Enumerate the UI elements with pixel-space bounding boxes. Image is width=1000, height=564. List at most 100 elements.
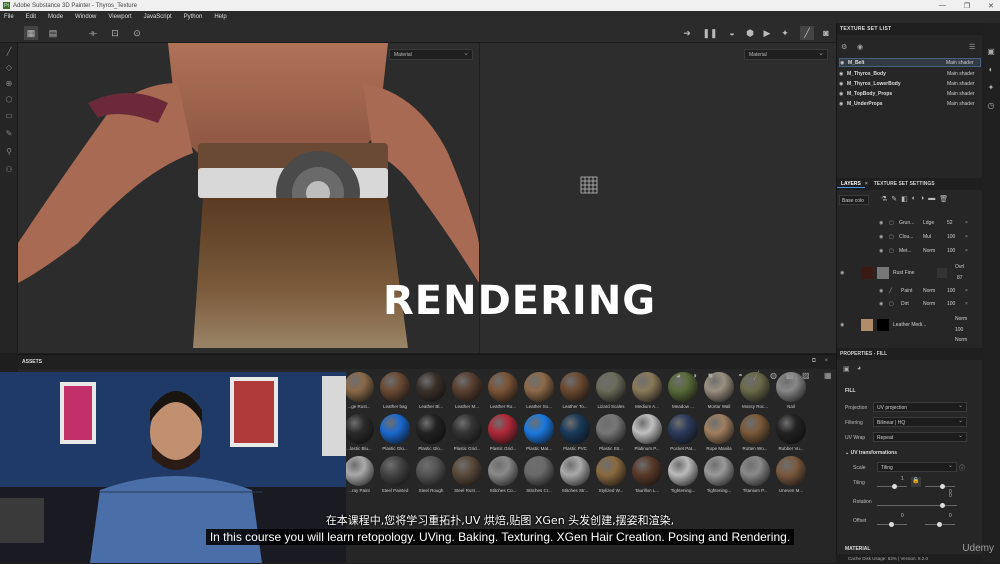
eraser-tool-icon[interactable]: ◇: [4, 63, 14, 73]
display-settings-icon[interactable]: ◐: [986, 65, 996, 75]
rotation-slider-track[interactable]: [877, 505, 957, 506]
layer-row[interactable]: Norm: [837, 336, 983, 344]
rotation-slider-knob[interactable]: [940, 503, 945, 508]
layer-opacity[interactable]: 100: [947, 234, 955, 240]
texture-set-item[interactable]: ◉ M_Belt Main shader: [839, 58, 981, 67]
texture-set-shader[interactable]: Main shader: [947, 71, 981, 77]
material-tile[interactable]: Lizard Scales: [594, 372, 628, 412]
material-tile[interactable]: Plastic PVC: [558, 414, 592, 454]
visibility-icon[interactable]: ◉: [840, 60, 848, 66]
layer-row[interactable]: ◉ ▢ Dirt Norm 100 ×: [837, 297, 983, 310]
layer-remove-icon[interactable]: ×: [965, 220, 968, 226]
screenshot-icon[interactable]: ◙: [819, 26, 833, 40]
layer-opacity[interactable]: 52: [947, 220, 953, 226]
layer-row[interactable]: ◉ ▢ Grun... Ldge 52 ×: [837, 216, 983, 229]
render-icon[interactable]: ◒: [725, 26, 739, 40]
material-tile[interactable]: Steel Rough: [414, 456, 448, 496]
tab-layers[interactable]: LAYERS: [837, 181, 865, 188]
tiling-slider-knob[interactable]: [892, 484, 897, 489]
layer-eye-icon[interactable]: ◉: [879, 234, 883, 240]
info-icon[interactable]: ⓘ: [959, 463, 965, 472]
material-tile[interactable]: Rope Manila: [702, 414, 736, 454]
texture-set-panel-icon[interactable]: ▣: [986, 47, 996, 57]
uv-transformations-label[interactable]: ⌄ UV transformations: [845, 450, 897, 456]
material-tile[interactable]: Stylized W...: [594, 456, 628, 496]
menu-mode[interactable]: Mode: [48, 14, 63, 20]
texture-set-item[interactable]: ◉ M_Thyros_LowerBody Main shader: [839, 79, 981, 88]
clone-tool-icon[interactable]: ✎: [4, 129, 14, 139]
filtering-select[interactable]: Bilinear | HQ: [873, 417, 967, 427]
frame-icon[interactable]: ⊡: [108, 26, 122, 40]
menu-javascript[interactable]: JavaScript: [144, 14, 172, 20]
material-tile[interactable]: Meadow ...: [666, 372, 700, 412]
brush-tool-icon[interactable]: ╱: [4, 47, 14, 57]
material-tile[interactable]: Leather To...: [558, 372, 592, 412]
layer-row[interactable]: ◉ Rust Fine Ovrl 87: [837, 263, 983, 283]
layer-opacity[interactable]: 100: [947, 288, 955, 294]
tiling-value[interactable]: 1: [901, 476, 904, 482]
shader-settings-icon[interactable]: ✦: [986, 83, 996, 93]
grid-view-icon[interactable]: ▦: [24, 26, 38, 40]
panel-popout-icon[interactable]: ⧉: [812, 358, 816, 365]
layer-remove-icon[interactable]: ×: [965, 234, 968, 240]
material-tile[interactable]: Leather bag: [378, 372, 412, 412]
material-tile[interactable]: Plastic Grid...: [450, 414, 484, 454]
menu-window[interactable]: Window: [75, 14, 96, 20]
texture-set-item[interactable]: ◉ M_UnderProps Main shader: [839, 99, 981, 108]
layer-blend[interactable]: Ovrl: [955, 264, 964, 270]
rotation-value[interactable]: 0: [949, 493, 952, 499]
material-tile[interactable]: Titanium P...: [738, 456, 772, 496]
maximize-button[interactable]: ❐: [964, 2, 970, 10]
layer-eye-icon[interactable]: ◉: [879, 301, 883, 307]
projection-select[interactable]: UV projection: [873, 402, 967, 412]
layer-eye-icon[interactable]: ◉: [879, 248, 883, 254]
viewport-2d-channel-select[interactable]: Material: [744, 49, 828, 60]
material-tile[interactable]: Rotten Wo...: [738, 414, 772, 454]
add-effect-icon[interactable]: ⚗: [881, 195, 887, 203]
lock-icon[interactable]: 🔒: [911, 477, 921, 487]
material-tile[interactable]: Stitches Co...: [486, 456, 520, 496]
projection-tool-icon[interactable]: ⊕: [4, 79, 14, 89]
layer-blend[interactable]: Norm: [955, 337, 967, 343]
layer-blend[interactable]: Norm: [923, 288, 935, 294]
tiling-slider-knob-2[interactable]: [940, 484, 945, 489]
material-tile[interactable]: Stitches Cr...: [522, 456, 556, 496]
material-tile[interactable]: Leather So...: [522, 372, 556, 412]
list-menu-icon[interactable]: ☰: [969, 43, 975, 51]
grid-size-icon[interactable]: ▦: [824, 371, 832, 380]
menu-file[interactable]: File: [4, 14, 14, 20]
channel-select[interactable]: Base colo: [839, 195, 869, 205]
smart-mask-icon[interactable]: ◑: [920, 195, 924, 203]
texture-set-shader[interactable]: Main shader: [947, 91, 981, 97]
navigate-icon[interactable]: ➜: [680, 26, 694, 40]
material-tile[interactable]: Plastic Mat...: [522, 414, 556, 454]
visibility-icon[interactable]: ◉: [839, 91, 847, 97]
material-tile[interactable]: Medium A...: [630, 372, 664, 412]
material-tile[interactable]: Plastic Str...: [594, 414, 628, 454]
layer-blend[interactable]: Mul: [923, 234, 931, 240]
minimize-button[interactable]: —: [939, 2, 946, 9]
material-tile[interactable]: Uneven M...: [774, 456, 808, 496]
material-tile[interactable]: Tightening...: [702, 456, 736, 496]
material-tile[interactable]: Mossy Roc...: [738, 372, 772, 412]
video-icon[interactable]: ▶: [760, 26, 774, 40]
material-tile[interactable]: ...ge Rust...: [342, 372, 376, 412]
material-tile[interactable]: Nail: [774, 372, 808, 412]
menu-help[interactable]: Help: [214, 14, 226, 20]
layer-remove-icon[interactable]: ×: [965, 301, 968, 307]
visibility-icon[interactable]: ◉: [839, 101, 847, 107]
fill-layer-icon[interactable]: ◧: [901, 195, 908, 203]
layer-remove-icon[interactable]: ×: [965, 248, 968, 254]
layer-eye-icon[interactable]: ◉: [840, 270, 844, 276]
layer-blend[interactable]: Norm: [923, 248, 935, 254]
tab-texture-set-settings[interactable]: TEXTURE SET SETTINGS: [874, 181, 935, 187]
scale-select[interactable]: Tiling: [877, 462, 957, 472]
layer-blend[interactable]: Ldge: [923, 220, 934, 226]
properties-sphere-icon[interactable]: ◕: [857, 365, 861, 372]
layer-remove-icon[interactable]: ×: [965, 288, 968, 294]
uv-wrap-select[interactable]: Repeat: [873, 432, 967, 442]
pause-icon[interactable]: ❚❚: [702, 26, 717, 40]
paint-layer-icon[interactable]: ✎: [891, 195, 897, 203]
material-tile[interactable]: Taurillon L...: [630, 456, 664, 496]
polyfill-tool-icon[interactable]: ⬡: [4, 95, 14, 105]
